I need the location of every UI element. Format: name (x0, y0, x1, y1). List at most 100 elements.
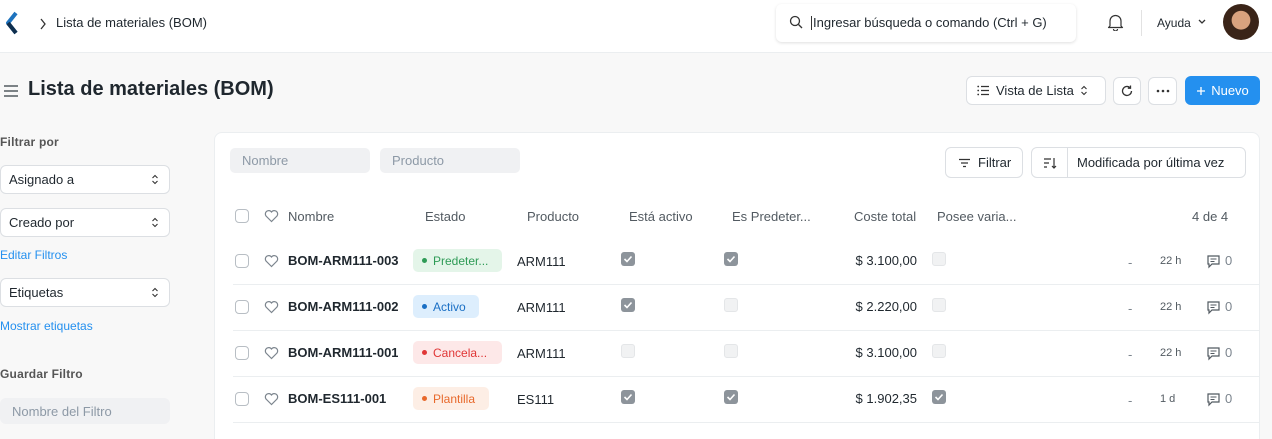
is-default-checkbox (724, 390, 738, 404)
assigned-to-label: Asignado a (9, 172, 75, 187)
column-header-total-cost[interactable]: Coste total (854, 209, 916, 224)
row-divider (233, 376, 1259, 377)
column-header-is-default[interactable]: Es Predeter... (732, 209, 811, 224)
notification-bell-icon[interactable] (1107, 13, 1124, 31)
search-icon (789, 15, 803, 29)
filter-icon (959, 158, 970, 167)
edit-filters-link[interactable]: Editar Filtros (0, 248, 67, 262)
is-default-checkbox (724, 252, 738, 266)
status-dot (422, 396, 427, 401)
is-default-checkbox (724, 298, 738, 312)
row-total-cost: $ 2.220,00 (855, 299, 917, 314)
search-bar[interactable]: Ingresar búsqueda o comando (Ctrl + G) (776, 4, 1076, 42)
select-all-checkbox[interactable] (235, 209, 249, 223)
heart-icon[interactable] (264, 392, 279, 406)
row-dash: - (1128, 301, 1133, 316)
check-icon (934, 393, 944, 401)
is-active-checkbox (621, 298, 635, 312)
breadcrumb[interactable]: Lista de materiales (BOM) (56, 15, 207, 30)
row-comment-count: 0 (1225, 391, 1233, 406)
status-dot (422, 258, 427, 263)
row-checkbox[interactable] (235, 300, 249, 314)
navbar-divider (1141, 10, 1142, 36)
column-header-name[interactable]: Nombre (288, 209, 334, 224)
breadcrumb-chevron-icon (40, 18, 46, 30)
check-icon (623, 301, 633, 309)
column-header-has-variants[interactable]: Posee varia... (937, 209, 1017, 224)
name-filter-input[interactable]: Nombre (230, 148, 370, 173)
save-filter-heading: Guardar Filtro (0, 367, 83, 381)
tags-label: Etiquetas (9, 285, 64, 300)
search-input[interactable]: Ingresar búsqueda o comando (Ctrl + G) (811, 16, 1047, 30)
filter-button-label: Filtrar (978, 155, 1012, 170)
row-checkbox[interactable] (235, 254, 249, 268)
user-avatar[interactable] (1223, 4, 1259, 40)
view-label: Vista de Lista (996, 83, 1074, 98)
status-label: Plantilla (433, 391, 476, 406)
row-divider (233, 330, 1259, 331)
row-divider (233, 284, 1259, 285)
column-header-status[interactable]: Estado (425, 209, 465, 224)
check-icon (623, 393, 633, 401)
row-comment-count: 0 (1225, 345, 1233, 360)
app-logo-icon[interactable] (4, 11, 20, 35)
row-checkbox[interactable] (235, 346, 249, 360)
status-badge: Plantilla (413, 387, 489, 410)
row-name-link[interactable]: BOM-ARM111-002 (288, 299, 398, 314)
comment-icon[interactable] (1206, 254, 1221, 269)
row-divider (233, 422, 1259, 423)
row-total-cost: $ 3.100,00 (855, 345, 917, 360)
column-header-product[interactable]: Producto (527, 209, 579, 224)
new-button[interactable]: Nuevo (1185, 76, 1260, 105)
row-product: ARM111 (517, 346, 566, 361)
created-by-label: Creado por (9, 215, 75, 230)
status-badge: Cancela... (413, 341, 502, 364)
row-name-link[interactable]: BOM-ARM111-003 (288, 253, 398, 268)
row-total-cost: $ 1.902,35 (855, 391, 917, 406)
row-dash: - (1128, 393, 1133, 408)
row-name-link[interactable]: BOM-ARM111-001 (288, 345, 398, 360)
comment-icon[interactable] (1206, 346, 1221, 361)
refresh-button[interactable] (1113, 77, 1141, 105)
column-header-is-active[interactable]: Está activo (629, 209, 693, 224)
sidebar-toggle-icon[interactable] (3, 84, 19, 98)
list-view-switcher[interactable]: Vista de Lista (966, 76, 1106, 105)
updown-icon (152, 287, 158, 298)
tags-select[interactable]: Etiquetas (0, 278, 170, 307)
sort-icon (1043, 157, 1056, 169)
status-dot (422, 304, 427, 309)
filter-name-input[interactable]: Nombre del Filtro (0, 398, 170, 424)
more-options-button[interactable] (1148, 77, 1177, 105)
comment-icon[interactable] (1206, 392, 1221, 407)
navbar: Lista de materiales (BOM) Ingresar búsqu… (0, 0, 1272, 53)
sort-control[interactable]: Modificada por última vez (1031, 147, 1246, 178)
show-tags-link[interactable]: Mostrar etiquetas (0, 319, 93, 333)
product-filter-input[interactable]: Producto (380, 148, 520, 173)
sort-direction-button[interactable] (1032, 148, 1068, 177)
ellipsis-icon (1156, 89, 1169, 93)
status-dot (422, 350, 427, 355)
sort-field-label[interactable]: Modificada por última vez (1068, 155, 1224, 170)
row-modified-time: 1 d (1160, 393, 1176, 405)
heart-icon[interactable] (264, 209, 279, 223)
help-menu[interactable]: Ayuda (1157, 16, 1191, 30)
refresh-icon (1121, 85, 1133, 97)
status-label: Predeter... (433, 253, 489, 268)
chevron-down-icon[interactable] (1197, 18, 1207, 26)
comment-icon[interactable] (1206, 300, 1221, 315)
assigned-to-select[interactable]: Asignado a (0, 165, 170, 194)
heart-icon[interactable] (264, 346, 279, 360)
plus-icon (1197, 86, 1206, 95)
created-by-select[interactable]: Creado por (0, 208, 170, 237)
heart-icon[interactable] (264, 300, 279, 314)
row-checkbox[interactable] (235, 392, 249, 406)
filter-button[interactable]: Filtrar (945, 147, 1023, 178)
status-label: Cancela... (433, 345, 488, 360)
row-name-link[interactable]: BOM-ES111-001 (288, 391, 398, 406)
heart-icon[interactable] (264, 254, 279, 268)
record-count: 4 de 4 (1192, 209, 1229, 224)
row-dash: - (1128, 347, 1133, 362)
row-total-cost: $ 3.100,00 (855, 253, 917, 268)
page-title: Lista de materiales (BOM) (28, 78, 274, 100)
row-modified-time: 22 h (1160, 255, 1182, 267)
